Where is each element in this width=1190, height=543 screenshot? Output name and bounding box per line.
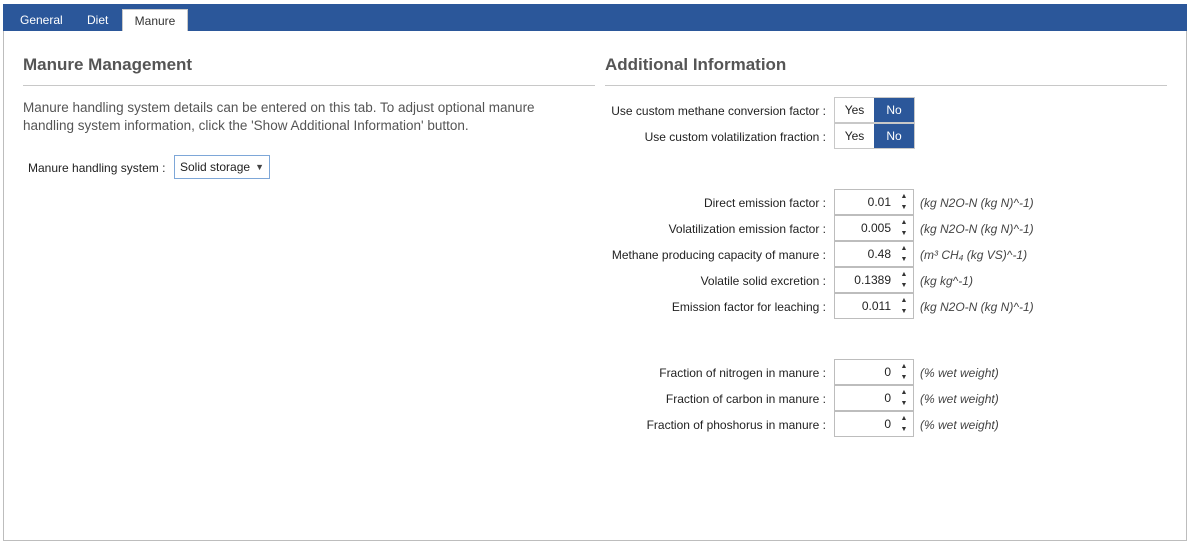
spin-down-icon[interactable]: ▼	[898, 228, 910, 239]
tab-general[interactable]: General	[20, 9, 64, 31]
leaching-emission-factor-input[interactable]: 0.011 ▲ ▼	[834, 293, 914, 319]
description-line-1: Manure handling system details can be en…	[23, 100, 535, 115]
nitrogen-fraction-unit: (% wet weight)	[920, 366, 999, 380]
methane-producing-capacity-unit: (m³ CH₄ (kg VS)^-1)	[920, 248, 1028, 262]
direct-emission-factor-unit: (kg N2O-N (kg N)^-1)	[920, 196, 1034, 210]
spin-up-icon[interactable]: ▲	[898, 191, 910, 202]
leaching-emission-factor-label: Emission factor for leaching :	[671, 300, 826, 314]
methane-producing-capacity-label: Methane producing capacity of manure :	[611, 248, 826, 262]
volatilization-emission-factor-unit: (kg N2O-N (kg N)^-1)	[920, 222, 1034, 236]
methane-conversion-toggle: Yes No	[834, 97, 915, 123]
spin-down-icon[interactable]: ▼	[898, 424, 910, 435]
methane-producing-capacity-input[interactable]: 0.48 ▲ ▼	[834, 241, 914, 267]
spin-down-icon[interactable]: ▼	[898, 280, 910, 291]
volatile-solid-excretion-label: Volatile solid excretion :	[700, 274, 826, 288]
volatilization-emission-factor-value: 0.005	[860, 221, 891, 235]
volatilization-fraction-no-button[interactable]: No	[874, 124, 914, 148]
spinner[interactable]: ▲ ▼	[898, 217, 910, 239]
leaching-emission-factor-value: 0.011	[861, 299, 891, 313]
spin-up-icon[interactable]: ▲	[898, 269, 910, 280]
spinner[interactable]: ▲ ▼	[898, 413, 910, 435]
volatilization-fraction-yes-button[interactable]: Yes	[835, 124, 874, 148]
manure-management-title: Manure Management	[23, 55, 193, 74]
methane-producing-capacity-value: 0.48	[867, 247, 891, 261]
phosphorus-fraction-unit: (% wet weight)	[920, 418, 999, 432]
chevron-down-icon: ▼	[255, 162, 264, 172]
methane-conversion-no-button[interactable]: No	[874, 98, 914, 122]
volatile-solid-excretion-unit: (kg kg^-1)	[920, 274, 973, 288]
spinner[interactable]: ▲ ▼	[898, 191, 910, 213]
spin-down-icon[interactable]: ▼	[898, 306, 910, 317]
additional-information-title: Additional Information	[605, 55, 787, 74]
spinner[interactable]: ▲ ▼	[898, 361, 910, 383]
manure-handling-system-select[interactable]: Solid storage ▼	[174, 155, 270, 179]
spin-down-icon[interactable]: ▼	[898, 398, 910, 409]
carbon-fraction-unit: (% wet weight)	[920, 392, 999, 406]
tab-bar: General Diet Manure	[3, 4, 1187, 31]
spin-up-icon[interactable]: ▲	[898, 217, 910, 228]
manure-handling-system-label: Manure handling system :	[28, 161, 166, 175]
volatilization-emission-factor-label: Volatilization emission factor :	[668, 222, 826, 236]
spin-up-icon[interactable]: ▲	[898, 387, 910, 398]
nitrogen-fraction-input[interactable]: 0 ▲ ▼	[834, 359, 914, 385]
carbon-fraction-value: 0	[884, 391, 891, 405]
spinner[interactable]: ▲ ▼	[898, 295, 910, 317]
spin-up-icon[interactable]: ▲	[898, 243, 910, 254]
spinner[interactable]: ▲ ▼	[898, 387, 910, 409]
volatilization-fraction-toggle: Yes No	[834, 123, 915, 149]
methane-conversion-toggle-label: Use custom methane conversion factor :	[611, 104, 826, 118]
spin-down-icon[interactable]: ▼	[898, 254, 910, 265]
left-title-divider	[23, 85, 595, 86]
spinner[interactable]: ▲ ▼	[898, 269, 910, 291]
spinner[interactable]: ▲ ▼	[898, 243, 910, 265]
spin-up-icon[interactable]: ▲	[898, 413, 910, 424]
spin-up-icon[interactable]: ▲	[898, 295, 910, 306]
phosphorus-fraction-value: 0	[884, 417, 891, 431]
carbon-fraction-input[interactable]: 0 ▲ ▼	[834, 385, 914, 411]
spin-down-icon[interactable]: ▼	[898, 202, 910, 213]
manure-handling-system-value: Solid storage	[180, 160, 251, 174]
spin-up-icon[interactable]: ▲	[898, 361, 910, 372]
right-title-divider	[605, 85, 1167, 86]
direct-emission-factor-input[interactable]: 0.01 ▲ ▼	[834, 189, 914, 215]
tab-manure[interactable]: Manure	[122, 9, 188, 31]
leaching-emission-factor-unit: (kg N2O-N (kg N)^-1)	[920, 300, 1034, 314]
direct-emission-factor-label: Direct emission factor :	[703, 196, 826, 210]
volatilization-fraction-toggle-label: Use custom volatilization fraction :	[644, 130, 826, 144]
volatile-solid-excretion-input[interactable]: 0.1389 ▲ ▼	[834, 267, 914, 293]
description-line-2: handling system information, click the '…	[23, 118, 469, 133]
phosphorus-fraction-input[interactable]: 0 ▲ ▼	[834, 411, 914, 437]
tab-diet[interactable]: Diet	[87, 9, 113, 31]
direct-emission-factor-value: 0.01	[867, 195, 891, 209]
phosphorus-fraction-label: Fraction of phoshorus in manure :	[646, 418, 826, 432]
nitrogen-fraction-label: Fraction of nitrogen in manure :	[659, 366, 826, 380]
carbon-fraction-label: Fraction of carbon in manure :	[665, 392, 826, 406]
volatile-solid-excretion-value: 0.1389	[854, 273, 891, 287]
methane-conversion-yes-button[interactable]: Yes	[835, 98, 874, 122]
spin-down-icon[interactable]: ▼	[898, 372, 910, 383]
nitrogen-fraction-value: 0	[884, 365, 891, 379]
volatilization-emission-factor-input[interactable]: 0.005 ▲ ▼	[834, 215, 914, 241]
